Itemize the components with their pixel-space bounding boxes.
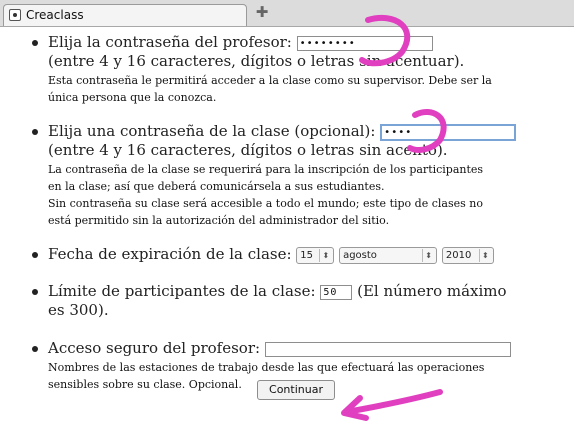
year-value: 2010 [445,249,472,261]
teacher-password-section: Elija la contraseña del profesor: ••••••… [32,33,563,106]
day-value: 15 [300,249,314,261]
class-password-note-4: está permitido sin la autorización del a… [48,214,390,227]
spinner-icon: ⬍ [319,248,331,262]
month-value: agosto [343,249,377,261]
teacher-password-note-1: Esta contraseña le permitirá acceder a l… [48,74,492,87]
participants-suffix: (El número máximo [357,282,507,300]
secure-access-note-1: Nombres de las estaciones de trabajo des… [48,361,485,374]
teacher-password-label: Elija la contraseña del profesor: [48,33,292,51]
participants-label: Límite de participantes de la clase: [48,282,316,300]
tab-creaclass[interactable]: Creaclass [3,4,247,26]
expiration-label: Fecha de expiración de la clase: [48,245,292,263]
teacher-password-input[interactable]: •••••••• [296,35,433,51]
participants-section: Límite de participantes de la clase: 50 … [32,282,563,320]
expiration-day-select[interactable]: 15 ⬍ [296,246,335,264]
teacher-password-note-2: única persona que la conozca. [48,91,217,104]
class-password-label: Elija una contraseña de la clase (opcion… [48,122,376,140]
class-password-input[interactable]: •••• [380,123,517,141]
tab-bar: Creaclass ✚ [0,0,574,27]
form-content: Elija la contraseña del profesor: ••••••… [0,27,574,432]
page-icon [9,9,21,21]
bullet [32,252,38,258]
tab-title: Creaclass [26,8,84,22]
bullet [32,289,38,295]
class-password-hint: (entre 4 y 16 caracteres, dígitos o letr… [48,141,448,159]
new-tab-icon[interactable]: ✚ [254,4,270,20]
class-password-note-2: en la clase; así que deberá comunicársel… [48,180,385,193]
expiration-month-select[interactable]: agosto ⬍ [339,246,438,264]
class-password-note-3: Sin contraseña su clase será accesible a… [48,197,483,210]
bullet [32,346,38,352]
bullet [32,129,38,135]
class-password-note-1: La contraseña de la clase se requerirá p… [48,163,484,176]
expiration-section: Fecha de expiración de la clase: 15 ⬍ ago… [32,245,563,264]
participants-suffix-2: es 300). [48,301,109,319]
spinner-icon: ⬍ [422,248,434,262]
expiration-year-select[interactable]: 2010 ⬍ [441,246,494,264]
secure-access-input[interactable] [264,341,511,357]
teacher-password-hint: (entre 4 y 16 caracteres, dígitos o letr… [48,52,465,70]
bullet [32,40,38,46]
class-password-section: Elija una contraseña de la clase (opcion… [32,122,563,229]
spinner-icon: ⬍ [478,248,491,262]
continue-button[interactable]: Continuar [257,380,335,400]
participants-input[interactable]: 50 [320,284,353,300]
secure-access-label: Acceso seguro del profesor: [48,339,261,357]
